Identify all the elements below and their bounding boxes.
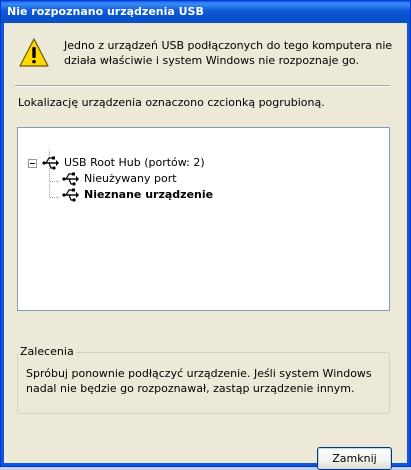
usb-icon <box>62 188 79 202</box>
tree-connector-horizontal <box>50 197 60 198</box>
recommendation-text: Spróbuj ponownie podłączyć urządzenie. J… <box>26 367 372 395</box>
device-tree[interactable]: USB Root Hub (portów: 2) Nieużywany port <box>17 127 390 311</box>
separator-line <box>15 85 390 87</box>
message-text: Jedno z urządzeń USB podłączonych do teg… <box>64 39 393 67</box>
dialog-body: Jedno z urządzeń USB podłączonych do teg… <box>4 23 407 470</box>
tree-item-label: Nieużywany port <box>84 172 177 185</box>
tree-connector-horizontal <box>50 181 60 182</box>
window-title: Nie rozpoznano urządzenia USB <box>7 5 204 18</box>
collapse-toggle[interactable] <box>28 159 37 168</box>
tree-item-label: USB Root Hub (portów: 2) <box>64 156 205 169</box>
window-border-right <box>407 23 410 466</box>
warning-icon <box>19 38 49 67</box>
title-bar[interactable]: Nie rozpoznano urządzenia USB <box>1 1 410 23</box>
location-label: Lokalizację urządzenia oznaczono czcionk… <box>18 96 325 109</box>
usb-icon <box>42 156 59 170</box>
recommendation-legend: Zalecenia <box>18 345 76 358</box>
usb-icon <box>62 172 79 186</box>
dialog-window: Nie rozpoznano urządzenia USB Jedno z ur… <box>0 0 411 470</box>
tree-item-label: Nieznane urządzenie <box>84 188 214 201</box>
